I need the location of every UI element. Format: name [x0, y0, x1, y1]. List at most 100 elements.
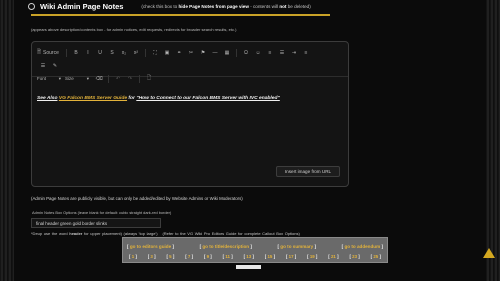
toolbar-separator [236, 48, 237, 57]
usage-instructions: *Deup use the word header for upper plac… [31, 231, 300, 236]
page-number-group: [ 11 ] [222, 253, 233, 259]
bracket-close: ] [249, 243, 252, 249]
page-number-link[interactable]: 1 [132, 254, 134, 259]
page-number-link[interactable]: 21 [331, 254, 336, 259]
for-text: for [127, 96, 137, 101]
page-number-link[interactable]: 3 [150, 254, 152, 259]
page: Wiki Admin Page Notes (check this box to… [18, 0, 482, 281]
usage-middle: for upper placement) (always 'top large'… [82, 231, 158, 236]
note-suffix: be deleted) [286, 4, 311, 9]
source-icon: 🗎 [37, 48, 42, 55]
toolbar-separator [108, 74, 109, 83]
align-justify-icon[interactable]: ☰ [37, 61, 49, 70]
usage-suffix: (Refer to the VG Wiki Pro Editors Guide … [162, 231, 300, 236]
superscript-button[interactable]: x² [130, 48, 142, 57]
anchor-icon[interactable]: ⚑ [197, 48, 209, 57]
scroll-to-top-button[interactable] [482, 246, 496, 260]
nav-numbers-row: [ 1 ] [ 3 ] [ 5 ] [ 7 ] [ 9 ] [ 11 ] [ 13 ] [ 1… [127, 251, 383, 261]
page-number-link[interactable]: 5 [169, 254, 171, 259]
bold-button[interactable]: B [70, 48, 82, 57]
nav-link[interactable]: go to editors guide [130, 244, 171, 249]
page-notes-title: Wiki Admin Page Notes [40, 2, 124, 11]
notes-box-options-input[interactable]: final header green gold border slinks [31, 218, 161, 228]
page-number-group: [ 15 ] [264, 253, 276, 259]
toolbar-row-2: ☰ ✎ [37, 59, 343, 72]
nav-link-group: [ go to summary ] [277, 244, 316, 249]
hide-notes-instructions: (check this box to hide Page Notes from … [141, 4, 310, 9]
format-icon[interactable]: ⛶ [149, 48, 161, 57]
indent-icon[interactable]: ⇥ [288, 48, 300, 57]
nav-link[interactable]: go to addendum [344, 244, 380, 249]
toolbar-row-1: 🗎 Source B I U Sx₂ x² ⛶ ▣ ⚭ ✂ ⚑ — ▦ Ω ☺ ≡ ☰ ⇥ ≡ [37, 46, 343, 59]
toolbar-separator [66, 48, 67, 57]
nav-link-group: [ go to title/description ] [200, 244, 252, 249]
bullet-list-icon[interactable]: ☰ [276, 48, 288, 57]
bracket-close: ] [380, 243, 383, 249]
page-number-link[interactable]: 25 [373, 254, 378, 259]
how-to-connect-link[interactable]: "How to Connect to our Falcon BMS Server… [136, 96, 280, 101]
page-number-group: [ 7 ] [185, 253, 194, 259]
note-mid: - contents will [248, 4, 280, 9]
right-rail [486, 0, 500, 281]
special-char-icon[interactable]: Ω [240, 48, 252, 57]
bottom-strip [236, 265, 261, 269]
page-number-link[interactable]: 13 [246, 254, 251, 259]
table-icon[interactable]: ▦ [221, 48, 233, 57]
nav-link-group: [ go to addendum ] [342, 244, 383, 249]
link-icon[interactable]: ⚭ [173, 48, 185, 57]
page-number-link[interactable]: 11 [225, 254, 230, 259]
note-prefix: (check this box to [141, 4, 179, 9]
italic-button[interactable]: I [82, 48, 94, 57]
page-number-link[interactable]: 19 [310, 254, 315, 259]
bracket-close: ] [171, 243, 174, 249]
usage-bold: header [69, 231, 83, 236]
toolbar-separator [139, 74, 140, 83]
source-label: Source [43, 49, 59, 56]
page-number-group: [ 23 ] [349, 253, 360, 259]
image-icon[interactable]: ▣ [161, 48, 173, 57]
server-guide-link[interactable]: VG Falcon BMS Server Guide [59, 96, 127, 101]
note-bold-hide: hide Page Notes from page view [178, 4, 249, 9]
page-number-link[interactable]: 7 [188, 254, 190, 259]
chevron-down-icon: ▾ [58, 75, 61, 81]
page-number-group: [ 13 ] [243, 253, 254, 259]
align-left-icon[interactable]: ≡ [300, 48, 312, 57]
nav-link[interactable]: go to title/description [202, 244, 249, 249]
font-dropdown[interactable]: Font ▾ [37, 76, 65, 82]
page-notes-header: Wiki Admin Page Notes (check this box to… [28, 2, 311, 11]
smiley-icon[interactable]: ☺ [252, 48, 264, 57]
page-number-link[interactable]: 17 [289, 254, 294, 259]
hr-icon[interactable]: — [209, 48, 221, 57]
underline-button[interactable]: U [94, 48, 106, 57]
page-number-link[interactable]: 15 [267, 254, 272, 259]
undo-icon[interactable]: ↶ [112, 74, 124, 83]
page-number-group: [ 21 ] [328, 253, 339, 259]
rich-text-editor: 🗎 Source B I U Sx₂ x² ⛶ ▣ ⚭ ✂ ⚑ — ▦ Ω ☺ ≡ ☰ ⇥ ≡ ☰ ✎ Font ▾ S… [31, 41, 349, 187]
bracket-close: ] [313, 243, 317, 249]
section-navigation-box: [ go to editors guide ] [ go to title/des… [122, 237, 388, 263]
page-number-link[interactable]: 23 [352, 254, 357, 259]
nav-link-group: [ go to editors guide ] [127, 244, 174, 249]
page-number-group: [ 3 ] [147, 253, 156, 259]
chevron-down-icon: ▾ [86, 75, 89, 81]
see-also-label: See Also [37, 96, 58, 101]
brush-icon[interactable]: ✎ [49, 61, 61, 70]
page-number-group: [ 5 ] [166, 253, 175, 259]
document-icon[interactable]: 🗋 [143, 74, 155, 83]
size-dropdown[interactable]: Size ▾ [65, 76, 93, 82]
subscript-button[interactable]: x₂ [118, 48, 130, 57]
redo-icon[interactable]: ↷ [124, 74, 136, 83]
source-button[interactable]: 🗎 Source [37, 48, 63, 57]
insert-image-url-button[interactable]: Insert image from URL [276, 166, 340, 177]
page-number-link[interactable]: 9 [207, 254, 209, 259]
unlink-icon[interactable]: ✂ [185, 48, 197, 57]
nav-link[interactable]: go to summary [280, 244, 313, 249]
font-dropdown-label: Font [37, 75, 47, 81]
page-number-group: [ 17 ] [285, 253, 297, 259]
editor-toolbar: 🗎 Source B I U Sx₂ x² ⛶ ▣ ⚭ ✂ ⚑ — ▦ Ω ☺ ≡ ☰ ⇥ ≡ ☰ ✎ Font ▾ S… [32, 42, 348, 83]
hide-notes-checkbox[interactable] [28, 3, 35, 10]
strike-button[interactable]: S [106, 48, 118, 57]
numbered-list-icon[interactable]: ≡ [264, 48, 276, 57]
usage-prefix: *Deup use the word [31, 231, 70, 236]
remove-format-icon[interactable]: ⌫ [93, 74, 105, 83]
